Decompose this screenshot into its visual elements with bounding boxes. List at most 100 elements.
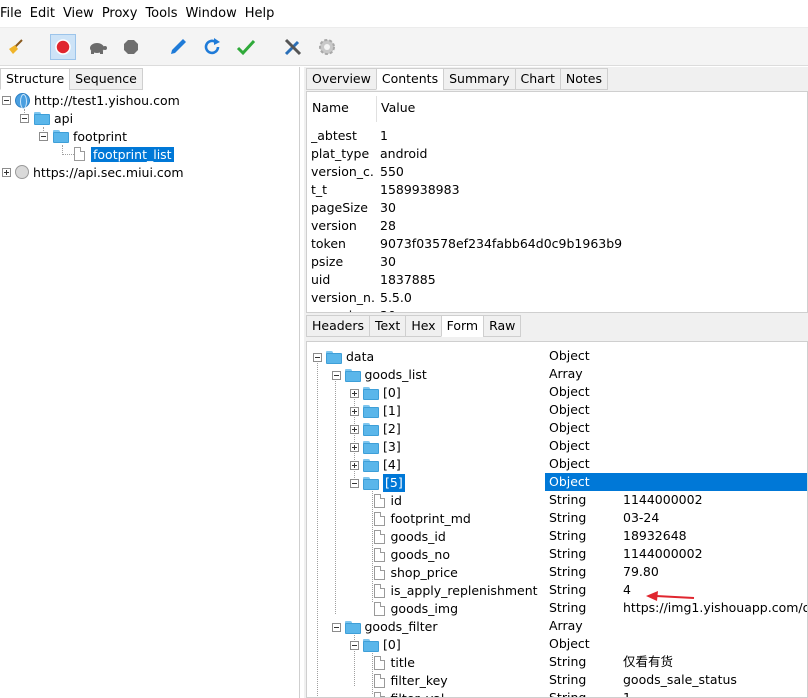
form-tree-row[interactable]: [4] Object bbox=[307, 455, 807, 473]
tab-notes[interactable]: Notes bbox=[559, 68, 608, 90]
tab-raw[interactable]: Raw bbox=[483, 315, 522, 337]
gear-icon[interactable] bbox=[314, 34, 340, 60]
menu-window[interactable]: Window bbox=[185, 0, 240, 28]
menu-help[interactable]: Help bbox=[245, 0, 279, 28]
file-icon bbox=[373, 566, 385, 580]
node-label: goods_id bbox=[369, 528, 446, 546]
collapse-icon[interactable] bbox=[20, 113, 29, 123]
collapse-icon[interactable] bbox=[2, 95, 11, 105]
form-tree-row[interactable]: [0] Object bbox=[307, 383, 807, 401]
node-value: 1144000002 bbox=[623, 546, 703, 561]
form-tree-row[interactable]: [0] Object bbox=[307, 635, 807, 654]
file-icon bbox=[373, 512, 385, 526]
collapse-icon[interactable] bbox=[350, 478, 359, 488]
collapse-icon[interactable] bbox=[331, 622, 341, 632]
node-label: title bbox=[369, 654, 415, 672]
expand-icon[interactable] bbox=[350, 460, 359, 470]
collapse-icon[interactable] bbox=[350, 640, 359, 650]
expand-icon[interactable] bbox=[2, 167, 11, 177]
form-tree-row[interactable]: footprint_md String 03-24 bbox=[307, 509, 807, 527]
stop-icon[interactable] bbox=[118, 34, 144, 60]
tab-structure[interactable]: Structure bbox=[0, 68, 71, 90]
expand-icon[interactable] bbox=[350, 406, 359, 416]
form-tree-row[interactable]: filter_key String goods_sale_status bbox=[307, 671, 807, 689]
form-tree-row[interactable]: [1] Object bbox=[307, 401, 807, 419]
tab-chart[interactable]: Chart bbox=[514, 68, 561, 90]
node-type: Object bbox=[549, 456, 590, 471]
collapse-icon[interactable] bbox=[313, 352, 322, 362]
tree-folder-api[interactable]: api bbox=[20, 109, 73, 127]
node-label: goods_no bbox=[369, 546, 450, 564]
form-tree-row[interactable]: [2] Object bbox=[307, 419, 807, 437]
tab-text[interactable]: Text bbox=[369, 315, 407, 337]
form-tree-row[interactable]: [3] Object bbox=[307, 437, 807, 455]
tab-headers[interactable]: Headers bbox=[306, 315, 371, 337]
node-name: data bbox=[346, 349, 375, 364]
folder-icon bbox=[363, 404, 379, 418]
collapse-icon[interactable] bbox=[39, 131, 48, 141]
param-name: plat_type bbox=[311, 146, 370, 161]
param-value: 1589938983 bbox=[380, 182, 460, 197]
node-value: 1 bbox=[623, 690, 631, 698]
param-value: 30 bbox=[380, 200, 396, 215]
param-value: 28 bbox=[380, 218, 396, 233]
refresh-icon[interactable] bbox=[199, 34, 225, 60]
menu-file[interactable]: File bbox=[0, 0, 26, 28]
menu-proxy[interactable]: Proxy bbox=[102, 0, 142, 28]
structure-pane: Structure Sequence http://test1.yishou.c… bbox=[0, 67, 300, 698]
node-value: 18932648 bbox=[623, 528, 687, 543]
form-tree-row[interactable]: goods_no String 1144000002 bbox=[307, 545, 807, 564]
form-tree-row[interactable]: [5] Object bbox=[307, 473, 807, 492]
form-tree-row[interactable]: title String 仅看有货 bbox=[307, 653, 807, 672]
menu-edit[interactable]: Edit bbox=[30, 0, 59, 28]
form-tree-row[interactable]: goods_list Array bbox=[307, 365, 807, 383]
tab-overview[interactable]: Overview bbox=[306, 68, 377, 90]
folder-icon bbox=[363, 422, 379, 436]
column-header-value[interactable]: Value bbox=[381, 92, 415, 124]
tools-icon[interactable] bbox=[280, 34, 306, 60]
form-tree-row[interactable]: data Object bbox=[307, 347, 807, 366]
node-value: 03-24 bbox=[623, 510, 660, 525]
node-value: goods_sale_status bbox=[623, 672, 737, 687]
pen-icon[interactable] bbox=[165, 34, 191, 60]
tab-contents[interactable]: Contents bbox=[375, 68, 445, 90]
tab-form[interactable]: Form bbox=[440, 315, 485, 337]
param-value: 1 bbox=[380, 128, 388, 143]
node-label: goods_img bbox=[369, 600, 458, 618]
menu-view[interactable]: View bbox=[63, 0, 98, 28]
form-tree-row[interactable]: id String 1144000002 bbox=[307, 491, 807, 509]
file-icon bbox=[373, 674, 385, 688]
node-name: footprint_md bbox=[390, 511, 471, 526]
expand-icon[interactable] bbox=[350, 424, 359, 434]
param-value: 1837885 bbox=[380, 272, 436, 287]
form-tree-row[interactable]: is_apply_replenishment String 4 bbox=[307, 581, 807, 599]
form-tree-row[interactable]: filter_val String 1 bbox=[307, 689, 807, 698]
tree-folder-footprint[interactable]: footprint bbox=[39, 127, 127, 145]
collapse-icon[interactable] bbox=[331, 370, 341, 380]
tab-summary[interactable]: Summary bbox=[443, 68, 516, 90]
form-tree-row[interactable]: goods_id String 18932648 bbox=[307, 527, 807, 546]
node-label: filter_val bbox=[369, 690, 444, 697]
column-header-name[interactable]: Name bbox=[312, 92, 349, 124]
tree-host-test1[interactable]: http://test1.yishou.com bbox=[2, 91, 180, 109]
node-label: [0] bbox=[350, 636, 401, 654]
tab-hex[interactable]: Hex bbox=[405, 315, 442, 337]
node-label: data bbox=[313, 348, 374, 366]
menu-tools[interactable]: Tools bbox=[145, 0, 181, 28]
form-tree-row[interactable]: shop_price String 79.80 bbox=[307, 563, 807, 581]
form-tree-row[interactable]: goods_img String https://img1.yishouapp.co… bbox=[307, 599, 807, 618]
tree-host-miui[interactable]: https://api.sec.miui.com bbox=[2, 163, 184, 181]
check-icon[interactable] bbox=[233, 34, 259, 60]
turtle-icon[interactable] bbox=[84, 34, 110, 60]
node-type: String bbox=[549, 492, 587, 507]
tab-sequence[interactable]: Sequence bbox=[69, 68, 143, 90]
expand-icon[interactable] bbox=[350, 442, 359, 452]
form-tree-row[interactable]: goods_filter Array bbox=[307, 617, 807, 635]
node-value: 4 bbox=[623, 582, 631, 597]
broom-icon[interactable] bbox=[3, 34, 29, 60]
record-icon[interactable] bbox=[50, 34, 76, 60]
node-name: [3] bbox=[383, 439, 401, 454]
expand-icon[interactable] bbox=[350, 388, 359, 398]
tree-item-footprint-list[interactable]: footprint_list bbox=[74, 145, 174, 163]
node-type: Object bbox=[549, 402, 590, 417]
